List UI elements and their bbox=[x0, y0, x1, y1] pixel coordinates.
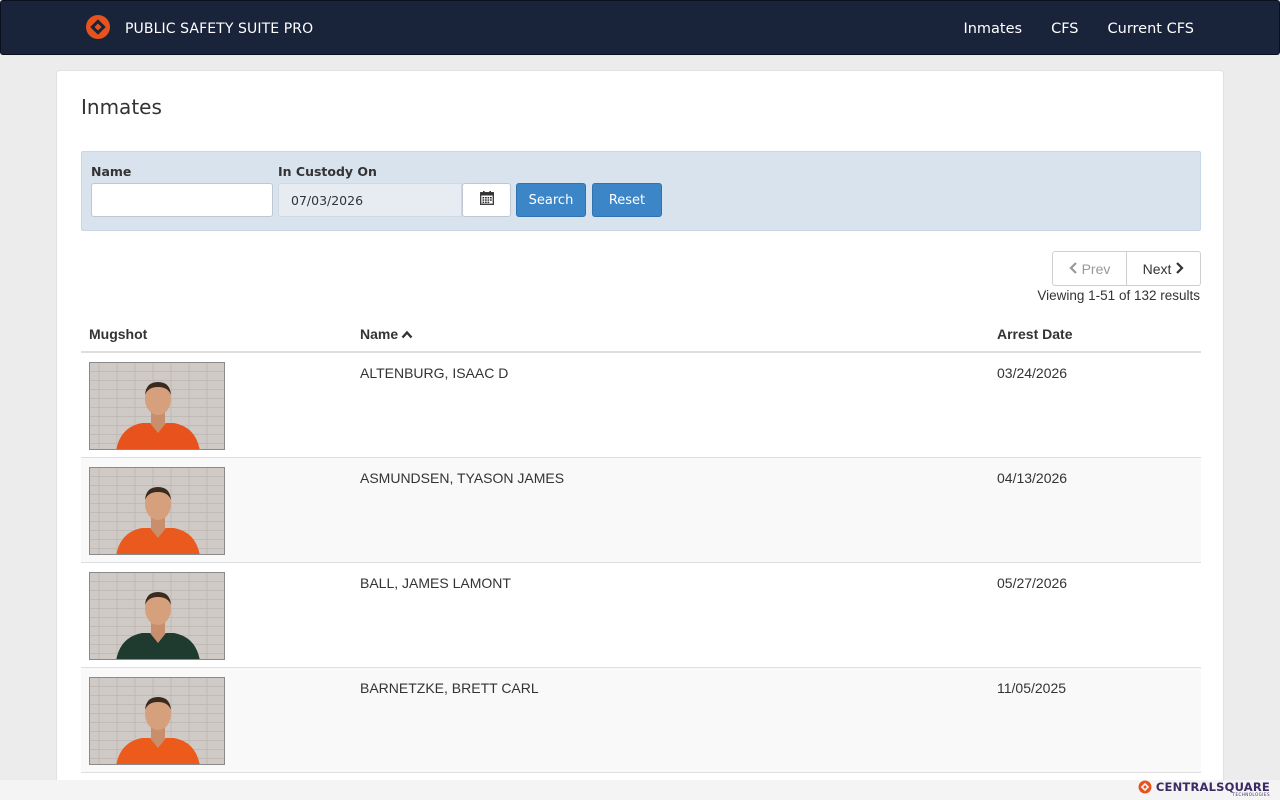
name-input[interactable] bbox=[91, 183, 273, 217]
table-row[interactable]: BARNETZKE, BRETT CARL 11/05/2025 bbox=[81, 668, 1201, 773]
custody-filter-label: In Custody On bbox=[278, 164, 377, 179]
arrest-date: 05/27/2026 bbox=[997, 575, 1068, 591]
inmate-name[interactable]: BALL, JAMES LAMONT bbox=[360, 575, 511, 591]
prev-button[interactable]: Prev bbox=[1052, 251, 1127, 286]
table-row[interactable]: ASMUNDSEN, TYASON JAMES 04/13/2026 bbox=[81, 458, 1201, 563]
brand-logo-icon bbox=[85, 14, 111, 45]
sort-asc-icon bbox=[401, 326, 413, 342]
brand-name: PUBLIC SAFETY SUITE PRO bbox=[125, 21, 314, 37]
table-row[interactable]: BALL, JAMES LAMONT 05/27/2026 bbox=[81, 563, 1201, 668]
arrest-date: 03/24/2026 bbox=[997, 365, 1068, 381]
inmate-name[interactable]: BARNETZKE, BRETT CARL bbox=[360, 680, 539, 696]
mugshot-image[interactable] bbox=[89, 677, 225, 765]
inmate-name[interactable]: ASMUNDSEN, TYASON JAMES bbox=[360, 470, 564, 486]
search-button[interactable]: Search bbox=[516, 183, 586, 217]
column-header-name[interactable]: Name bbox=[360, 326, 413, 342]
mugshot-image[interactable] bbox=[89, 467, 225, 555]
mugshot-image[interactable] bbox=[89, 362, 225, 450]
mugshot-image[interactable] bbox=[89, 572, 225, 660]
nav-link-cfs[interactable]: CFS bbox=[1051, 21, 1078, 37]
chevron-left-icon bbox=[1069, 261, 1078, 277]
column-header-mugshot-label: Mugshot bbox=[89, 326, 148, 342]
inmates-table: Mugshot Name Arrest Date ALTENBURG, ISAA… bbox=[81, 316, 1201, 773]
main-panel: Inmates Name In Custody On 07/03/2026 Se… bbox=[56, 70, 1224, 790]
reset-button[interactable]: Reset bbox=[592, 183, 662, 217]
brand-link[interactable]: PUBLIC SAFETY SUITE PRO bbox=[85, 14, 314, 45]
column-header-arrest-date: Arrest Date bbox=[997, 326, 1072, 342]
calendar-icon bbox=[479, 190, 494, 210]
table-header: Mugshot Name Arrest Date bbox=[81, 316, 1201, 353]
column-header-mugshot: Mugshot bbox=[89, 326, 147, 342]
nav-link-inmates[interactable]: Inmates bbox=[963, 21, 1022, 37]
chevron-right-icon bbox=[1175, 261, 1184, 277]
prev-label: Prev bbox=[1081, 260, 1111, 277]
next-label: Next bbox=[1142, 260, 1172, 277]
column-header-arrest-date-label: Arrest Date bbox=[997, 326, 1073, 342]
centralsquare-logo: CENTRALSQUARE TECHNOLOGIES bbox=[1138, 780, 1270, 799]
top-navbar: PUBLIC SAFETY SUITE PRO Inmates CFS Curr… bbox=[0, 0, 1280, 55]
footer-sub: TECHNOLOGIES bbox=[1232, 792, 1270, 798]
footer: CENTRALSQUARE TECHNOLOGIES bbox=[0, 780, 1280, 800]
column-header-name-label: Name bbox=[360, 326, 399, 342]
table-row[interactable]: ALTENBURG, ISAAC D 03/24/2026 bbox=[81, 353, 1201, 458]
name-filter-label: Name bbox=[91, 164, 132, 179]
arrest-date: 11/05/2025 bbox=[997, 680, 1067, 696]
centralsquare-logo-icon bbox=[1138, 780, 1152, 799]
nav-links: Inmates CFS Current CFS bbox=[963, 1, 1194, 56]
arrest-date: 04/13/2026 bbox=[997, 470, 1068, 486]
calendar-button[interactable] bbox=[462, 183, 511, 217]
nav-link-current-cfs[interactable]: Current CFS bbox=[1108, 21, 1194, 37]
pager: Prev Next bbox=[1052, 251, 1201, 286]
page-title: Inmates bbox=[81, 95, 162, 119]
custody-date-input[interactable] bbox=[278, 183, 462, 217]
inmate-name[interactable]: ALTENBURG, ISAAC D bbox=[360, 365, 508, 381]
results-count: Viewing 1-51 of 132 results bbox=[1037, 288, 1200, 303]
filter-box: Name In Custody On Search Reset bbox=[81, 151, 1201, 231]
table-body: ALTENBURG, ISAAC D 03/24/2026 ASMUNDSEN, T… bbox=[81, 353, 1201, 773]
next-button[interactable]: Next bbox=[1127, 251, 1201, 286]
